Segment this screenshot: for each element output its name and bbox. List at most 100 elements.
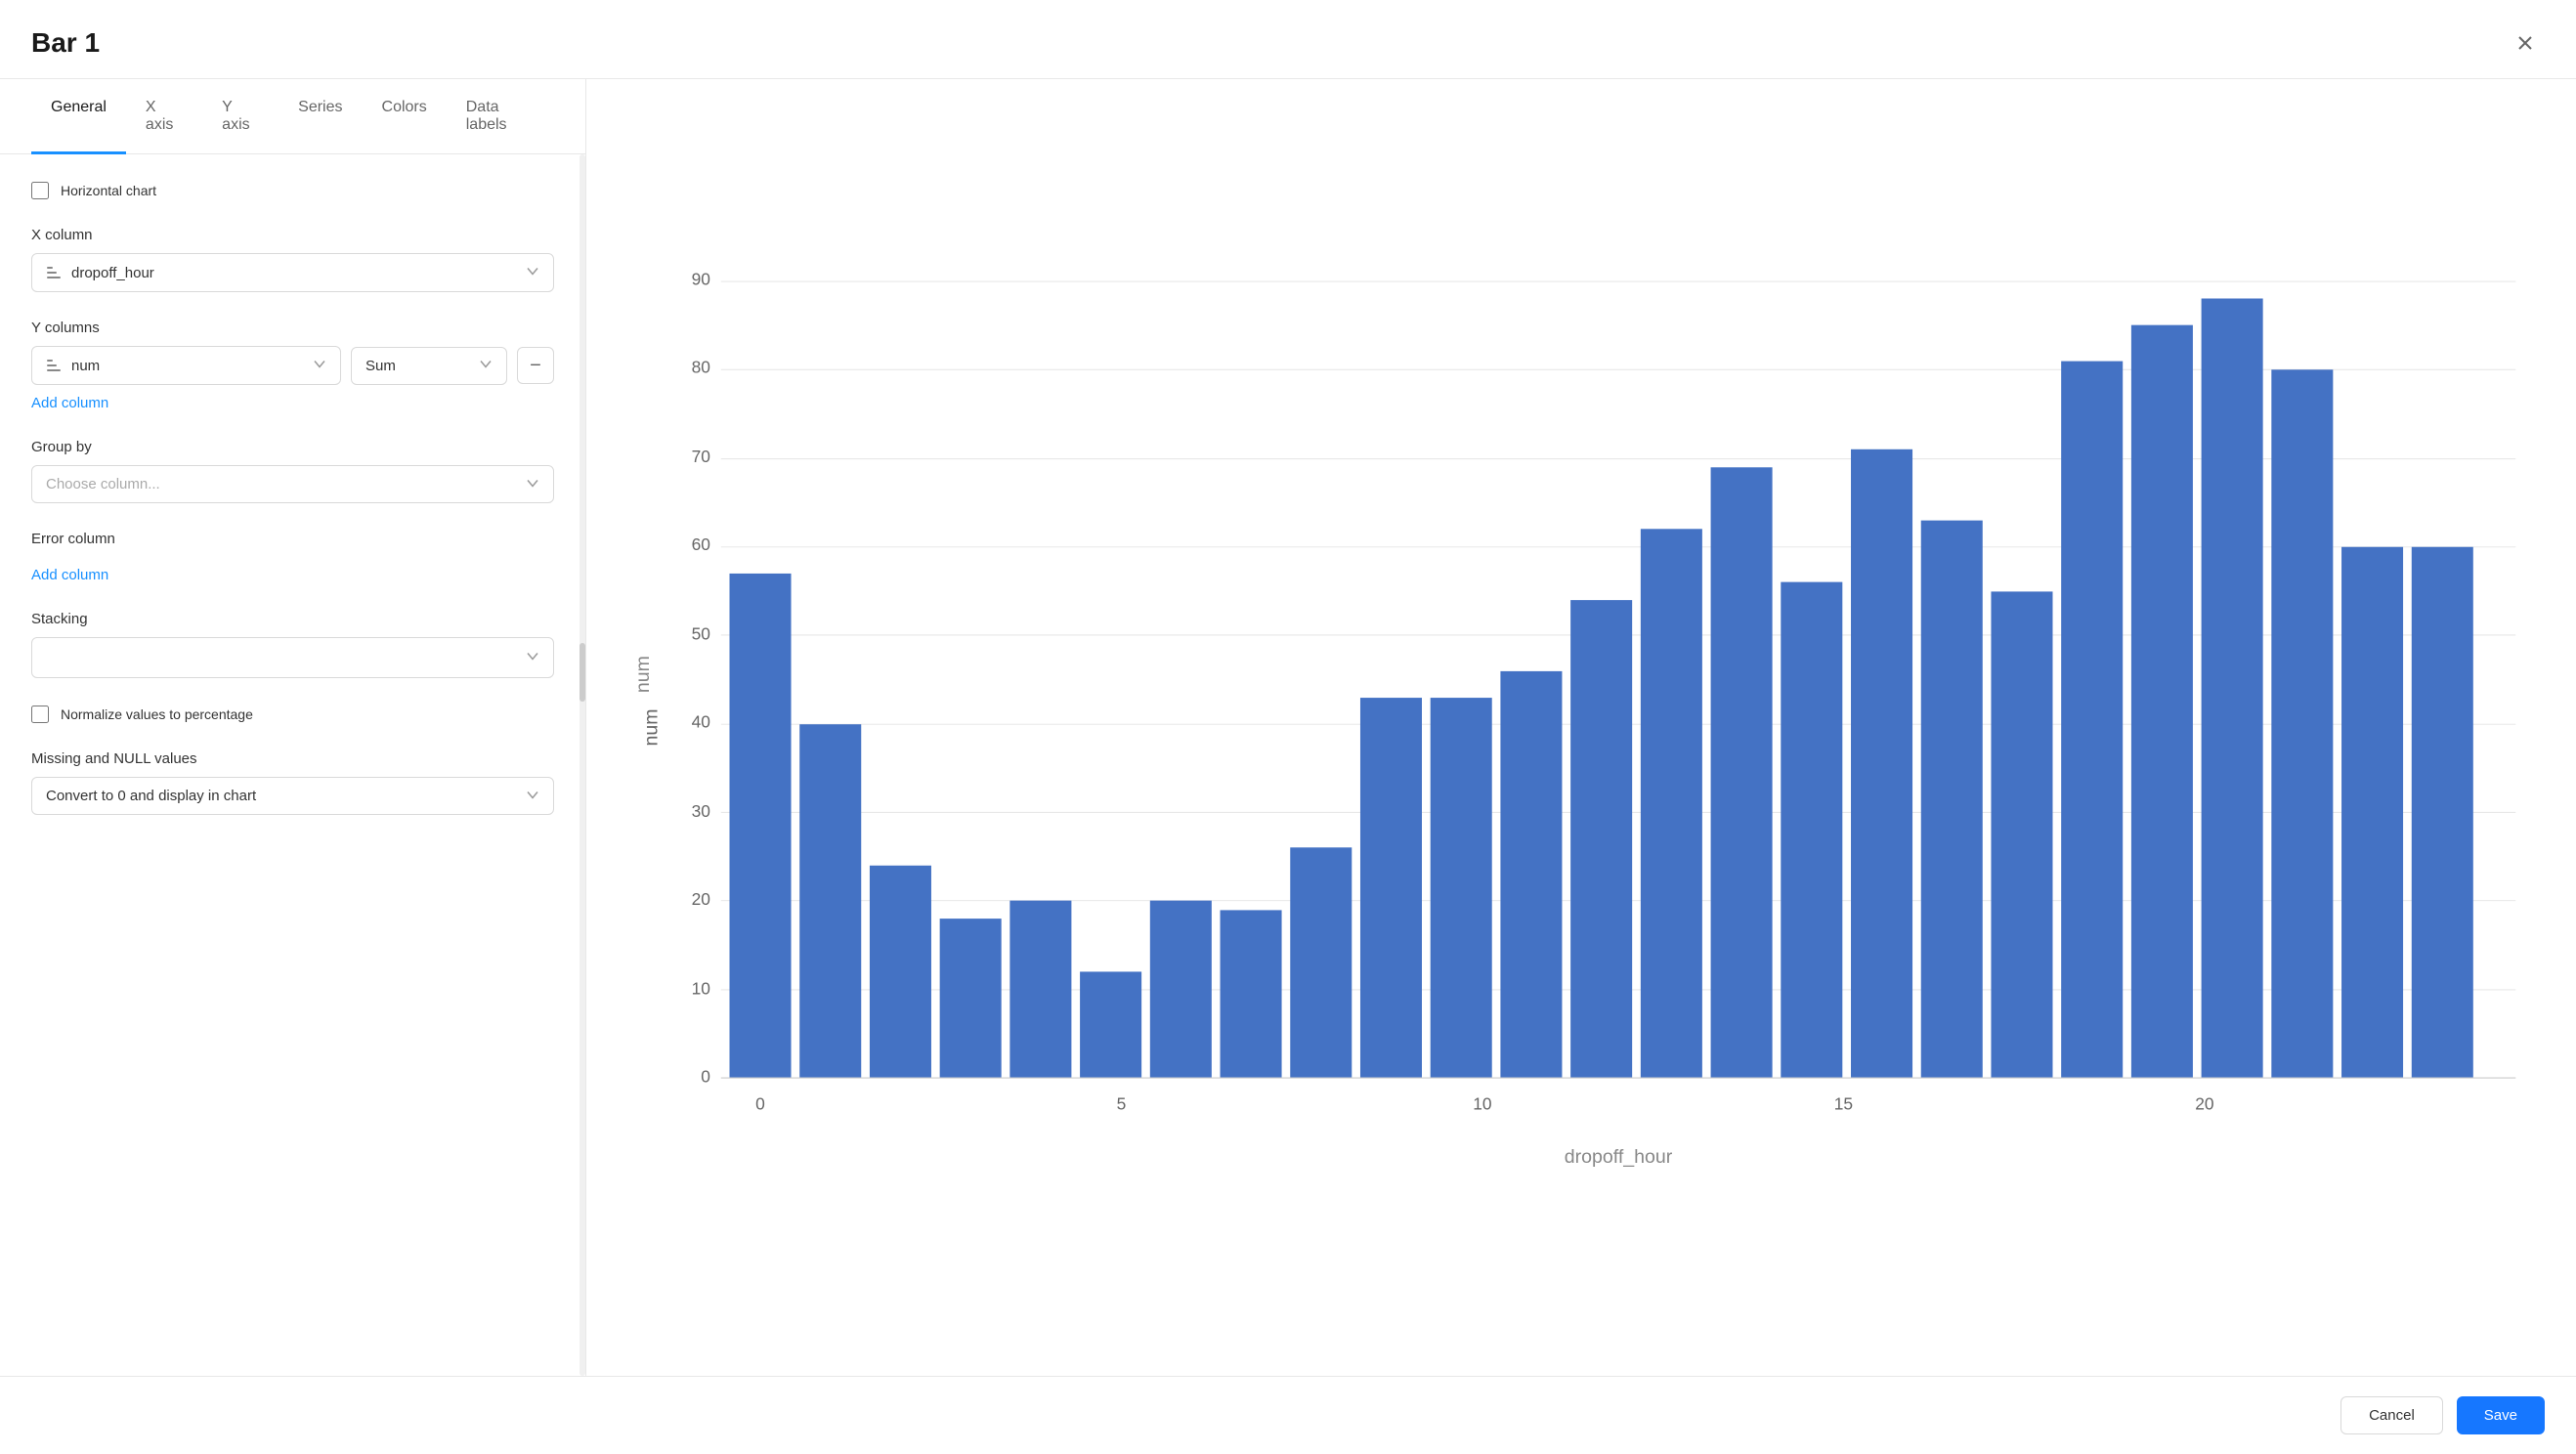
tab-x-axis[interactable]: X axis [126, 79, 202, 154]
bar-9 [1360, 698, 1422, 1078]
bar-1 [799, 724, 861, 1078]
bar-7 [1221, 910, 1282, 1078]
remove-y-column-button[interactable]: − [517, 347, 554, 384]
x-column-select-wrapper: dropoff_hour [31, 253, 554, 292]
tab-general[interactable]: General [31, 79, 126, 154]
bar-chart: num [625, 110, 2537, 1345]
bar-24 [2412, 547, 2473, 1078]
agg-chevron-icon [479, 358, 493, 374]
stacking-label: Stacking [31, 611, 554, 627]
dialog: Bar 1 General X axis Y axis [0, 0, 2576, 1454]
missing-null-select[interactable]: Convert to 0 and display in chart [31, 777, 554, 815]
svg-text:40: 40 [692, 712, 710, 732]
bar-11 [1500, 671, 1562, 1078]
bar-17 [1921, 521, 1983, 1079]
left-panel-inner: Horizontal chart X column [0, 154, 585, 1376]
bar-4 [1009, 901, 1071, 1078]
chart-area: num [625, 110, 2537, 1345]
bar-10 [1431, 698, 1492, 1078]
error-column-group: Error column Add column [31, 531, 554, 583]
y-axis-label: num [641, 708, 663, 746]
scrollbar-thumb[interactable] [580, 643, 585, 702]
bar-2 [870, 866, 931, 1078]
panel-content: Horizontal chart X column [0, 154, 585, 1376]
svg-text:80: 80 [692, 358, 710, 377]
right-panel: num [586, 79, 2576, 1376]
svg-text:0: 0 [701, 1066, 710, 1086]
normalize-row: Normalize values to percentage [31, 706, 554, 723]
y-columns-row: num Sum [31, 346, 554, 385]
normalize-label: Normalize values to percentage [61, 706, 253, 722]
group-by-placeholder: Choose column... [46, 476, 514, 492]
svg-text:60: 60 [692, 535, 710, 554]
left-panel: General X axis Y axis Series Colors Data… [0, 79, 586, 1376]
scrollbar-track[interactable] [580, 154, 585, 1376]
group-by-select-wrapper: Choose column... [31, 465, 554, 503]
x-column-select[interactable]: dropoff_hour [31, 253, 554, 292]
group-by-select[interactable]: Choose column... [31, 465, 554, 503]
svg-text:num: num [632, 656, 654, 693]
bar-21 [2202, 298, 2263, 1078]
bar-20 [2131, 325, 2193, 1078]
missing-null-value: Convert to 0 and display in chart [46, 788, 514, 804]
svg-text:50: 50 [692, 623, 710, 643]
dialog-body: General X axis Y axis Series Colors Data… [0, 79, 2576, 1376]
bar-3 [940, 919, 1002, 1078]
x-column-label: X column [31, 227, 554, 243]
dialog-title: Bar 1 [31, 27, 100, 59]
y-col-chevron-icon [313, 358, 326, 374]
missing-null-chevron-icon [526, 788, 539, 804]
horizontal-chart-label: Horizontal chart [61, 183, 156, 198]
error-column-label: Error column [31, 531, 554, 547]
tab-data-labels[interactable]: Data labels [447, 79, 554, 154]
bar-23 [2341, 547, 2403, 1078]
bar-8 [1290, 847, 1352, 1078]
save-button[interactable]: Save [2457, 1396, 2545, 1434]
sort-icon-y [46, 357, 64, 374]
horizontal-chart-checkbox[interactable] [31, 182, 49, 199]
x-column-chevron-icon [526, 265, 539, 281]
svg-text:10: 10 [1473, 1094, 1491, 1114]
tab-y-axis[interactable]: Y axis [202, 79, 279, 154]
agg-value: Sum [365, 358, 467, 374]
agg-select[interactable]: Sum [351, 347, 507, 385]
bar-6 [1150, 901, 1212, 1078]
bar-13 [1641, 529, 1702, 1078]
svg-text:15: 15 [1834, 1094, 1853, 1114]
group-by-chevron-icon [526, 476, 539, 492]
svg-text:0: 0 [755, 1094, 765, 1114]
bar-12 [1570, 600, 1632, 1078]
bar-14 [1711, 467, 1773, 1078]
horizontal-chart-row: Horizontal chart [31, 182, 554, 199]
stacking-group: Stacking [31, 611, 554, 678]
tab-colors[interactable]: Colors [363, 79, 447, 154]
y-col-value: num [71, 358, 301, 374]
close-button[interactable] [2506, 23, 2545, 63]
normalize-checkbox[interactable] [31, 706, 49, 723]
svg-text:90: 90 [692, 269, 710, 288]
missing-null-label: Missing and NULL values [31, 750, 554, 767]
svg-text:dropoff_hour: dropoff_hour [1565, 1146, 1673, 1168]
agg-select-wrapper: Sum [351, 347, 507, 385]
add-error-column-button[interactable]: Add column [31, 567, 108, 583]
svg-text:10: 10 [692, 978, 710, 998]
tab-series[interactable]: Series [279, 79, 362, 154]
x-column-value: dropoff_hour [71, 265, 514, 281]
dialog-footer: Cancel Save [0, 1376, 2576, 1454]
svg-text:20: 20 [692, 889, 710, 909]
svg-text:30: 30 [692, 801, 710, 821]
add-y-column-button[interactable]: Add column [31, 395, 108, 411]
bar-22 [2271, 369, 2333, 1078]
cancel-button[interactable]: Cancel [2340, 1396, 2443, 1434]
y-col-select[interactable]: num [31, 346, 341, 385]
stacking-select[interactable] [31, 637, 554, 678]
svg-text:5: 5 [1117, 1094, 1127, 1114]
bar-15 [1781, 582, 1842, 1078]
y-columns-label: Y columns [31, 320, 554, 336]
dialog-header: Bar 1 [0, 0, 2576, 79]
bar-19 [2061, 362, 2123, 1079]
group-by-group: Group by Choose column... [31, 439, 554, 503]
x-column-group: X column dropoff_hour [31, 227, 554, 292]
tabs-bar: General X axis Y axis Series Colors Data… [0, 79, 585, 154]
stacking-select-wrapper [31, 637, 554, 678]
